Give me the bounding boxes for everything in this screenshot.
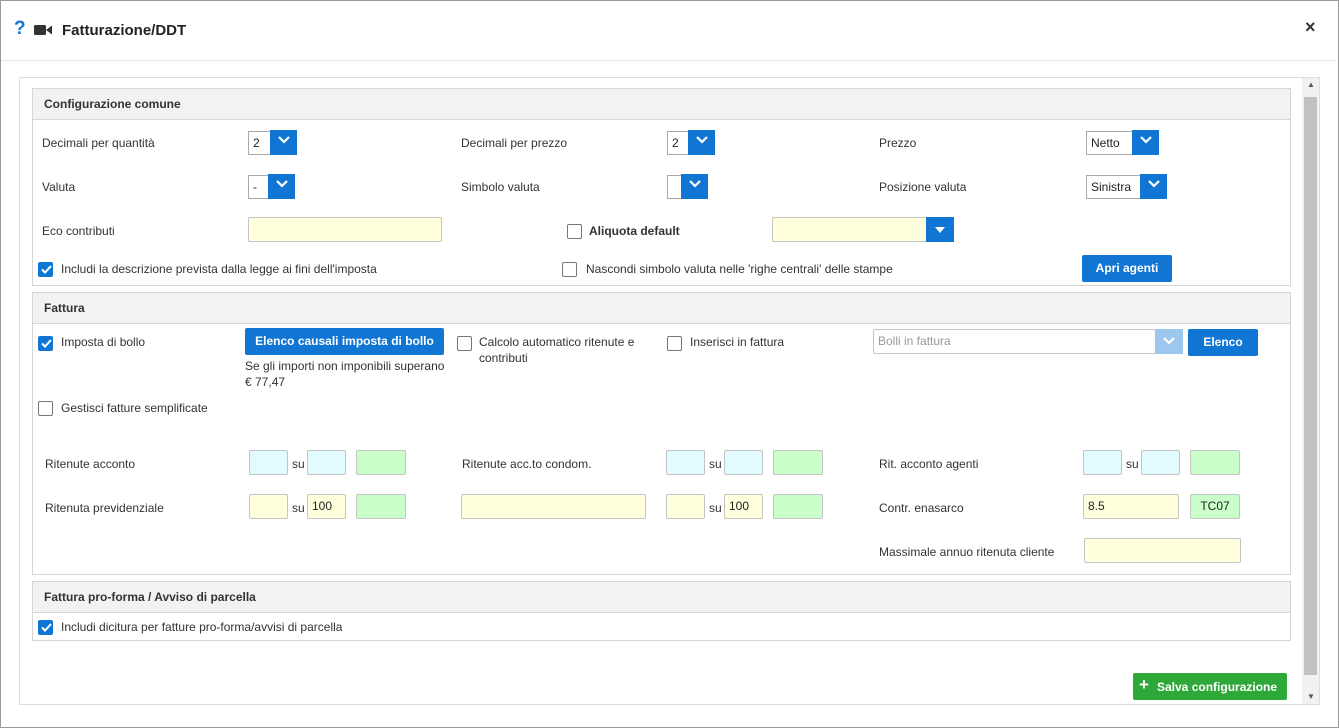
chevron-down-icon[interactable] <box>1140 174 1167 199</box>
nascondi-simbolo-checkbox[interactable] <box>562 262 577 277</box>
contr-enasarco-input[interactable]: 8.5 <box>1083 494 1179 519</box>
ritenute-condom-input-b[interactable] <box>724 450 763 475</box>
valuta-select[interactable]: - <box>248 175 270 199</box>
rit-agenti-input-a[interactable] <box>1083 450 1122 475</box>
question-mark-icon[interactable]: ? <box>14 18 26 40</box>
aliquota-default-select[interactable] <box>772 217 928 242</box>
previdenziale-extra-input-a[interactable] <box>666 494 705 519</box>
includi-descrizione-label: Includi la descrizione prevista dalla le… <box>61 262 377 276</box>
su-label: su <box>709 501 722 515</box>
valuta-label: Valuta <box>42 180 76 194</box>
nascondi-simbolo-label: Nascondi simbolo valuta nelle 'righe cen… <box>586 262 893 276</box>
ritenute-acconto-code[interactable] <box>356 450 406 475</box>
ritenute-acconto-input-a[interactable] <box>249 450 288 475</box>
bollo-note-line-1: Se gli importi non imponibili superano <box>245 359 445 373</box>
prezzo-label: Prezzo <box>879 136 917 150</box>
salva-configurazione-button[interactable]: + Salva configurazione <box>1133 673 1287 700</box>
chevron-down-icon[interactable] <box>268 174 295 199</box>
prezzo-select[interactable]: Netto <box>1086 131 1134 155</box>
caret-down-icon[interactable] <box>926 217 954 242</box>
ritenuta-prev-input-b[interactable]: 100 <box>307 494 346 519</box>
gestisci-semplificate-checkbox[interactable] <box>38 401 53 416</box>
decimali-prezzo-label: Decimali per prezzo <box>461 136 568 150</box>
elenco-button[interactable]: Elenco <box>1188 329 1258 356</box>
simbolo-valuta-label: Simbolo valuta <box>461 180 540 194</box>
massimale-input[interactable] <box>1084 538 1241 563</box>
imposta-bollo-checkbox[interactable] <box>38 336 53 351</box>
decimali-quantita-label: Decimali per quantità <box>42 136 155 150</box>
ritenute-condom-label: Ritenute acc.to condom. <box>462 457 592 471</box>
previdenziale-extra-input-b[interactable]: 100 <box>724 494 763 519</box>
salva-configurazione-label: Salva configurazione <box>1157 680 1278 694</box>
scroll-up-icon[interactable]: ▲ <box>1306 80 1316 89</box>
calcolo-automatico-label-2: contributi <box>479 351 528 365</box>
rit-agenti-input-b[interactable] <box>1141 450 1180 475</box>
inserisci-fattura-label: Inserisci in fattura <box>690 335 785 349</box>
su-label: su <box>292 501 305 515</box>
posizione-valuta-label: Posizione valuta <box>879 180 967 194</box>
ritenuta-prev-code[interactable] <box>356 494 406 519</box>
panel-header-fattura: Fattura <box>33 293 1290 324</box>
previdenziale-extra-code[interactable] <box>773 494 823 519</box>
ritenute-condom-code[interactable] <box>773 450 823 475</box>
dialog-title: Fatturazione/DDT <box>62 22 187 39</box>
ritenuta-previdenziale-label: Ritenuta previdenziale <box>45 501 164 515</box>
apri-agenti-button[interactable]: Apri agenti <box>1082 255 1172 282</box>
chevron-down-icon[interactable] <box>681 174 708 199</box>
posizione-valuta-select[interactable]: Sinistra <box>1086 175 1142 199</box>
includi-dicitura-label: Includi dicitura per fatture pro-forma/a… <box>61 620 343 634</box>
ritenute-acconto-label: Ritenute acconto <box>45 457 136 471</box>
close-icon[interactable]: × <box>1305 17 1316 38</box>
header-divider <box>1 60 1337 61</box>
includi-descrizione-checkbox[interactable] <box>38 262 53 277</box>
decimali-quantita-select[interactable]: 2 <box>248 131 272 155</box>
video-camera-icon[interactable] <box>34 24 52 36</box>
imposta-bollo-label: Imposta di bollo <box>61 335 146 349</box>
elenco-causali-bollo-button[interactable]: Elenco causali imposta di bollo <box>245 328 444 355</box>
chevron-down-icon[interactable] <box>1132 130 1159 155</box>
chevron-down-icon[interactable] <box>1155 329 1183 354</box>
calcolo-automatico-label-1: Calcolo automatico ritenute e <box>479 335 635 349</box>
calcolo-automatico-checkbox[interactable] <box>457 336 472 351</box>
gestisci-semplificate-label: Gestisci fatture semplificate <box>61 401 208 415</box>
plus-icon: + <box>1139 675 1149 694</box>
eco-contributi-label: Eco contributi <box>42 224 115 238</box>
scroll-down-icon[interactable]: ▼ <box>1306 692 1316 701</box>
inserisci-fattura-checkbox[interactable] <box>667 336 682 351</box>
bollo-note-line-2: € 77,47 <box>245 375 286 389</box>
massimale-label: Massimale annuo ritenuta cliente <box>879 545 1055 559</box>
previdenziale-desc-input[interactable] <box>461 494 646 519</box>
contr-enasarco-label: Contr. enasarco <box>879 501 964 515</box>
eco-contributi-input[interactable] <box>248 217 442 242</box>
panel-header-configurazione-comune: Configurazione comune <box>33 89 1290 120</box>
ritenuta-prev-input-a[interactable] <box>249 494 288 519</box>
aliquota-default-label: Aliquota default <box>589 224 680 238</box>
scrollbar-thumb[interactable] <box>1304 97 1317 675</box>
aliquota-default-checkbox[interactable] <box>567 224 582 239</box>
bolli-fattura-select[interactable]: Bolli in fattura <box>873 329 1157 354</box>
ritenute-condom-input-a[interactable] <box>666 450 705 475</box>
rit-agenti-code[interactable] <box>1190 450 1240 475</box>
ritenute-acconto-input-b[interactable] <box>307 450 346 475</box>
su-label: su <box>709 457 722 471</box>
panel-header-proforma: Fattura pro-forma / Avviso di parcella <box>33 582 1290 613</box>
chevron-down-icon[interactable] <box>270 130 297 155</box>
rit-agenti-label: Rit. acconto agenti <box>879 457 979 471</box>
contr-enasarco-code[interactable]: TC07 <box>1190 494 1240 519</box>
includi-dicitura-checkbox[interactable] <box>38 620 53 635</box>
su-label: su <box>292 457 305 471</box>
su-label: su <box>1126 457 1139 471</box>
chevron-down-icon[interactable] <box>688 130 715 155</box>
